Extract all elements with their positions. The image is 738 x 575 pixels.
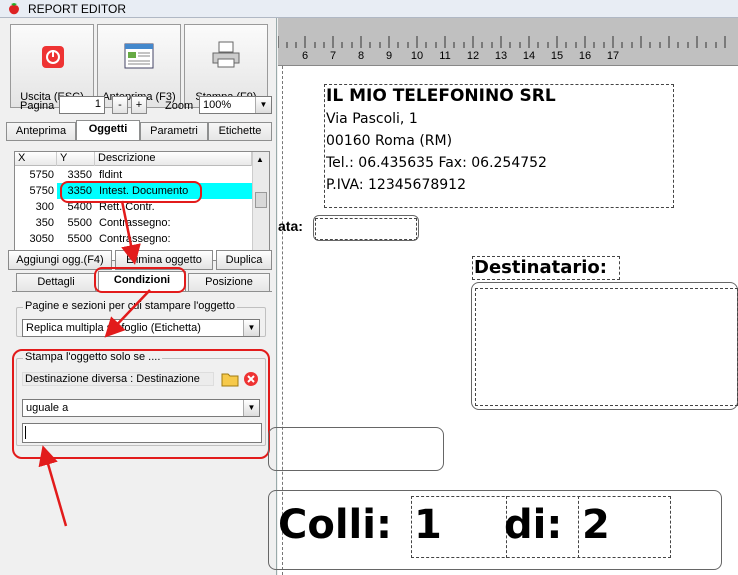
data-field-outline	[313, 215, 419, 241]
ruler-label: 17	[606, 50, 620, 62]
arrow-to-pages	[104, 289, 151, 338]
parcels-count: 1	[414, 502, 442, 548]
company-name: IL MIO TELEFONINO SRL	[326, 86, 556, 106]
ruler-label: 8	[357, 50, 365, 62]
parcels-of-label: di:	[504, 502, 563, 548]
ruler-ticks	[278, 36, 726, 48]
notes-box[interactable]	[268, 427, 444, 471]
company-address: Via Pascoli, 1	[326, 111, 418, 127]
ruler-label: 6	[301, 50, 309, 62]
ruler-label: 16	[578, 50, 592, 62]
ruler-label: 12	[466, 50, 480, 62]
parcels-label: Colli:	[278, 502, 392, 548]
ruler-label: 7	[329, 50, 337, 62]
parcels-divider	[578, 496, 579, 558]
recipient-label: Destinatario:	[474, 257, 607, 278]
ruler-label: 10	[410, 50, 424, 62]
ruler-label: 11	[439, 50, 451, 62]
arrow-to-input	[38, 445, 68, 527]
ruler-label: 14	[522, 50, 536, 62]
ruler-label: 13	[494, 50, 508, 62]
arrow-to-tab	[120, 200, 141, 265]
company-phones: Tel.: 06.435635 Fax: 06.254752	[326, 155, 547, 171]
ruler-label: 15	[550, 50, 564, 62]
company-city: 00160 Roma (RM)	[326, 133, 453, 149]
report-canvas[interactable]: 6 7 8 9 10 11 12 13 14 15 16 17 IL MIO T…	[268, 18, 738, 575]
company-vat: P.IVA: 12345678912	[326, 177, 466, 193]
data-label: ata:	[278, 218, 303, 234]
ruler-label: 9	[385, 50, 393, 62]
annotation-arrows	[38, 200, 151, 527]
parcels-total: 2	[582, 502, 610, 548]
ruler: 6 7 8 9 10 11 12 13 14 15 16 17	[278, 18, 738, 66]
recipient-box[interactable]	[475, 288, 738, 406]
